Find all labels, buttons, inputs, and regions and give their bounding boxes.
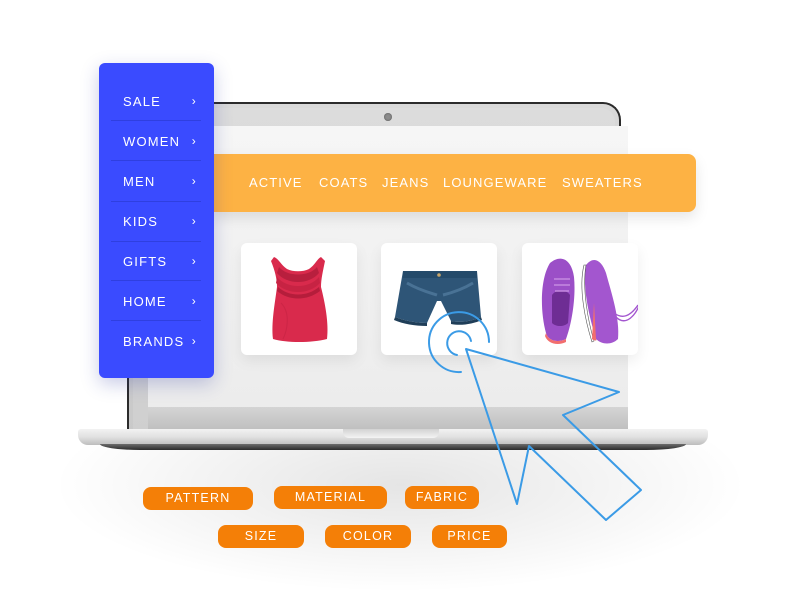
product-card-shorts[interactable] bbox=[381, 243, 497, 355]
laptop-opening-notch bbox=[343, 429, 439, 438]
filter-material[interactable]: MATERIAL bbox=[274, 486, 387, 509]
subcategory-loungeware[interactable]: LOUNGEWARE bbox=[443, 154, 547, 212]
filter-pattern[interactable]: PATTERN bbox=[143, 487, 253, 510]
filter-color[interactable]: COLOR bbox=[325, 525, 411, 548]
menu-item-label: BRANDS bbox=[123, 333, 185, 349]
chevron-right-icon: › bbox=[191, 174, 197, 188]
menu-item-women[interactable]: WOMEN › bbox=[111, 121, 201, 161]
category-menu: SALE › WOMEN › MEN › KIDS › GIFTS › HOME… bbox=[99, 63, 214, 378]
subcategory-coats[interactable]: COATS bbox=[319, 154, 368, 212]
menu-item-label: KIDS bbox=[123, 213, 159, 229]
product-card-top[interactable] bbox=[241, 243, 357, 355]
menu-item-home[interactable]: HOME › bbox=[111, 281, 201, 321]
subcategory-jeans[interactable]: JEANS bbox=[382, 154, 429, 212]
tank-top-icon bbox=[271, 257, 328, 342]
chevron-right-icon: › bbox=[191, 214, 197, 228]
chevron-right-icon: › bbox=[191, 134, 197, 148]
chevron-right-icon: › bbox=[191, 334, 197, 348]
laptop-base-edge bbox=[100, 444, 686, 450]
filter-price[interactable]: PRICE bbox=[432, 525, 507, 548]
menu-item-gifts[interactable]: GIFTS › bbox=[111, 241, 201, 281]
filter-fabric[interactable]: FABRIC bbox=[405, 486, 479, 509]
filter-size[interactable]: SIZE bbox=[218, 525, 304, 548]
menu-item-kids[interactable]: KIDS › bbox=[111, 201, 201, 241]
subcategory-active[interactable]: ACTIVE bbox=[249, 154, 303, 212]
menu-item-label: SALE bbox=[123, 93, 162, 109]
menu-item-men[interactable]: MEN › bbox=[111, 161, 201, 201]
sneakers-icon bbox=[541, 258, 638, 344]
subcategory-bar: ACTIVE COATS JEANS LOUNGEWARE SWEATERS bbox=[212, 154, 696, 212]
chevron-right-icon: › bbox=[191, 254, 197, 268]
menu-item-label: GIFTS bbox=[123, 253, 168, 269]
menu-item-label: MEN bbox=[123, 173, 156, 189]
menu-item-label: HOME bbox=[123, 293, 167, 309]
denim-shorts-icon bbox=[394, 271, 482, 326]
floor-shadow bbox=[60, 440, 740, 590]
menu-item-label: WOMEN bbox=[123, 133, 181, 149]
webcam-icon bbox=[384, 113, 392, 121]
menu-item-brands[interactable]: BRANDS › bbox=[111, 321, 201, 361]
chevron-right-icon: › bbox=[191, 94, 197, 108]
subcategory-sweaters[interactable]: SWEATERS bbox=[562, 154, 643, 212]
menu-item-sale[interactable]: SALE › bbox=[111, 81, 201, 121]
chevron-right-icon: › bbox=[191, 294, 197, 308]
product-card-sneakers[interactable] bbox=[522, 243, 638, 355]
